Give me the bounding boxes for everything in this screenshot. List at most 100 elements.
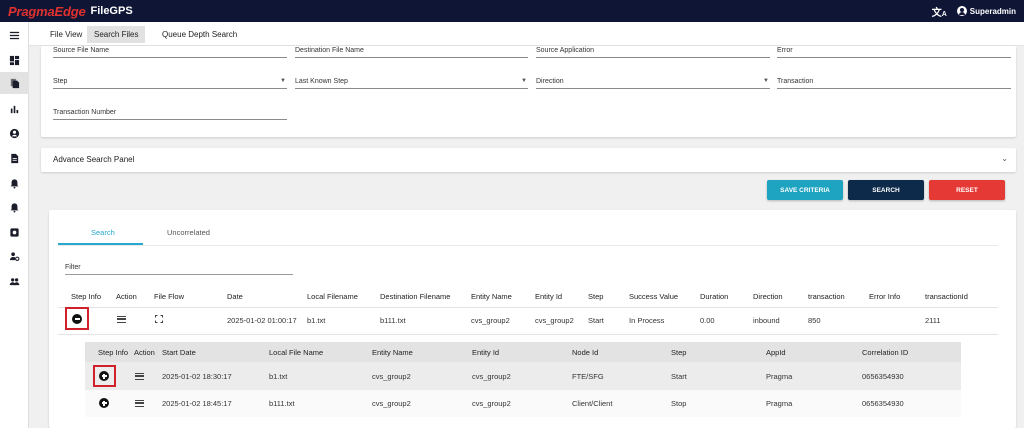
tab-file-view[interactable]: File View	[43, 26, 89, 43]
account-icon[interactable]	[0, 122, 29, 144]
source-file-name-label: Source File Name	[53, 47, 110, 54]
direction-label: Direction	[536, 78, 564, 85]
tab-queue-depth-search[interactable]: Queue Depth Search	[155, 26, 244, 43]
sub-col-entity-name[interactable]: Entity Name	[372, 348, 413, 357]
advance-search-panel[interactable]: Advance Search Panel ⌄	[41, 148, 1016, 172]
col-action[interactable]: Action	[116, 292, 137, 301]
col-success-value[interactable]: Success Value	[629, 292, 678, 301]
alert-icon[interactable]	[0, 172, 29, 194]
tab-search-files[interactable]: Search Files	[87, 26, 146, 43]
col-duration[interactable]: Duration	[700, 292, 728, 301]
sub-row-start-date: 2025-01-02 18:45:17	[162, 399, 232, 408]
advance-search-label: Advance Search Panel	[53, 155, 135, 164]
user-settings-icon[interactable]	[0, 245, 29, 267]
sub-col-correlation-id[interactable]: Correlation ID	[862, 348, 908, 357]
save-criteria-button[interactable]: SAVE CRITERIA	[767, 180, 843, 200]
sub-col-step-info[interactable]: Step Info	[98, 348, 128, 357]
sub-col-start-date[interactable]: Start Date	[162, 348, 196, 357]
source-file-name-field[interactable]: Source File Name	[53, 46, 287, 58]
sub-row-entity-name: cvs_group2	[372, 372, 411, 381]
sub-row-local-file-name: b1.txt	[269, 372, 288, 381]
source-application-field[interactable]: Source Application	[536, 46, 770, 58]
last-known-step-select[interactable]: Last Known Step ▼	[295, 77, 528, 89]
dashboard-icon[interactable]	[0, 49, 29, 71]
sub-row-step: Stop	[671, 399, 687, 408]
col-transaction-id[interactable]: transactionId	[925, 292, 968, 301]
sub-col-local-file-name[interactable]: Local File Name	[269, 348, 323, 357]
filter-input[interactable]: Filter	[65, 263, 293, 275]
sub-table-header	[85, 342, 961, 362]
sub-col-entity-id[interactable]: Entity Id	[472, 348, 499, 357]
direction-select[interactable]: Direction ▼	[536, 77, 770, 89]
row-date: 2025-01-02 01:00:17	[227, 316, 297, 325]
tabs-divider	[58, 245, 998, 246]
search-form-card: Source File Name Destination File Name S…	[41, 46, 1016, 137]
results-card: Search Uncorrelated Filter Step Info Act…	[49, 210, 1016, 428]
group-icon[interactable]	[0, 270, 29, 292]
sub-row-appid: Pragma	[766, 399, 793, 408]
sub-row-step: Start	[671, 372, 687, 381]
header-divider	[58, 307, 998, 308]
settings-icon[interactable]	[0, 221, 29, 243]
col-entity-name[interactable]: Entity Name	[471, 292, 512, 301]
collapse-row-icon[interactable]	[72, 314, 82, 324]
transaction-field[interactable]: Transaction	[777, 77, 1011, 89]
action-menu-icon[interactable]	[135, 400, 144, 407]
step-select[interactable]: Step ▼	[53, 77, 287, 89]
bar-chart-icon[interactable]	[0, 98, 29, 120]
col-destination-filename[interactable]: Destination Filename	[380, 292, 450, 301]
last-known-step-label: Last Known Step	[295, 78, 348, 85]
account-circle-icon	[956, 6, 967, 16]
sub-col-node-id[interactable]: Node Id	[572, 348, 598, 357]
sub-col-appid[interactable]: AppId	[766, 348, 786, 357]
action-menu-icon[interactable]	[135, 373, 144, 380]
col-entity-id[interactable]: Entity Id	[535, 292, 562, 301]
col-date[interactable]: Date	[227, 292, 243, 301]
transaction-number-field[interactable]: Transaction Number	[53, 108, 287, 120]
col-file-flow[interactable]: File Flow	[154, 292, 184, 301]
sub-row-entity-id: cvs_group2	[472, 372, 511, 381]
expand-row-icon[interactable]	[99, 398, 109, 408]
dropdown-arrow-icon: ▼	[280, 78, 286, 84]
error-field[interactable]: Error	[777, 46, 1011, 58]
files-icon[interactable]	[0, 72, 29, 94]
col-step[interactable]: Step	[588, 292, 603, 301]
row-step: Start	[588, 316, 604, 325]
product-name: FileGPS	[90, 5, 133, 17]
expand-row-icon[interactable]	[99, 371, 109, 381]
reset-button[interactable]: RESET	[929, 180, 1005, 200]
translate-icon[interactable]: 文A	[932, 4, 947, 19]
sub-col-step[interactable]: Step	[671, 348, 686, 357]
error-label: Error	[777, 47, 793, 54]
col-transaction[interactable]: transaction	[808, 292, 845, 301]
transaction-number-label: Transaction Number	[53, 109, 117, 116]
results-tab-search[interactable]: Search	[91, 228, 115, 237]
results-tab-uncorrelated[interactable]: Uncorrelated	[167, 228, 210, 237]
menu-icon[interactable]	[0, 24, 29, 46]
top-bar: PragmaEdge FileGPS 文A Superadmin	[0, 0, 1024, 22]
action-menu-icon[interactable]	[117, 316, 126, 323]
user-menu[interactable]: Superadmin	[956, 6, 1016, 16]
brand-logo[interactable]: PragmaEdge	[8, 4, 86, 19]
sub-row-correlation-id: 0656354930	[862, 399, 904, 408]
col-step-info[interactable]: Step Info	[71, 292, 101, 301]
fullscreen-icon[interactable]	[155, 315, 163, 323]
row-transaction-id: 2111	[925, 316, 941, 325]
col-error-info[interactable]: Error Info	[869, 292, 900, 301]
chevron-down-icon[interactable]: ⌄	[1001, 154, 1008, 163]
sub-row-node-id: Client/Client	[572, 399, 613, 408]
search-button[interactable]: SEARCH	[848, 180, 924, 200]
col-direction[interactable]: Direction	[753, 292, 783, 301]
alert-2-icon[interactable]	[0, 196, 29, 218]
page-tabs: File View Search Files Queue Depth Searc…	[29, 22, 1024, 46]
col-local-filename[interactable]: Local Filename	[307, 292, 358, 301]
document-icon[interactable]	[0, 147, 29, 169]
row-direction: inbound	[753, 316, 780, 325]
sub-col-action[interactable]: Action	[134, 348, 155, 357]
row-destination-filename: b111.txt	[380, 316, 406, 325]
sub-row-appid: Pragma	[766, 372, 793, 381]
transaction-label: Transaction	[777, 78, 814, 85]
sub-row-start-date: 2025-01-02 18:30:17	[162, 372, 232, 381]
user-name: Superadmin	[969, 6, 1016, 16]
destination-file-name-field[interactable]: Destination File Name	[295, 46, 528, 58]
